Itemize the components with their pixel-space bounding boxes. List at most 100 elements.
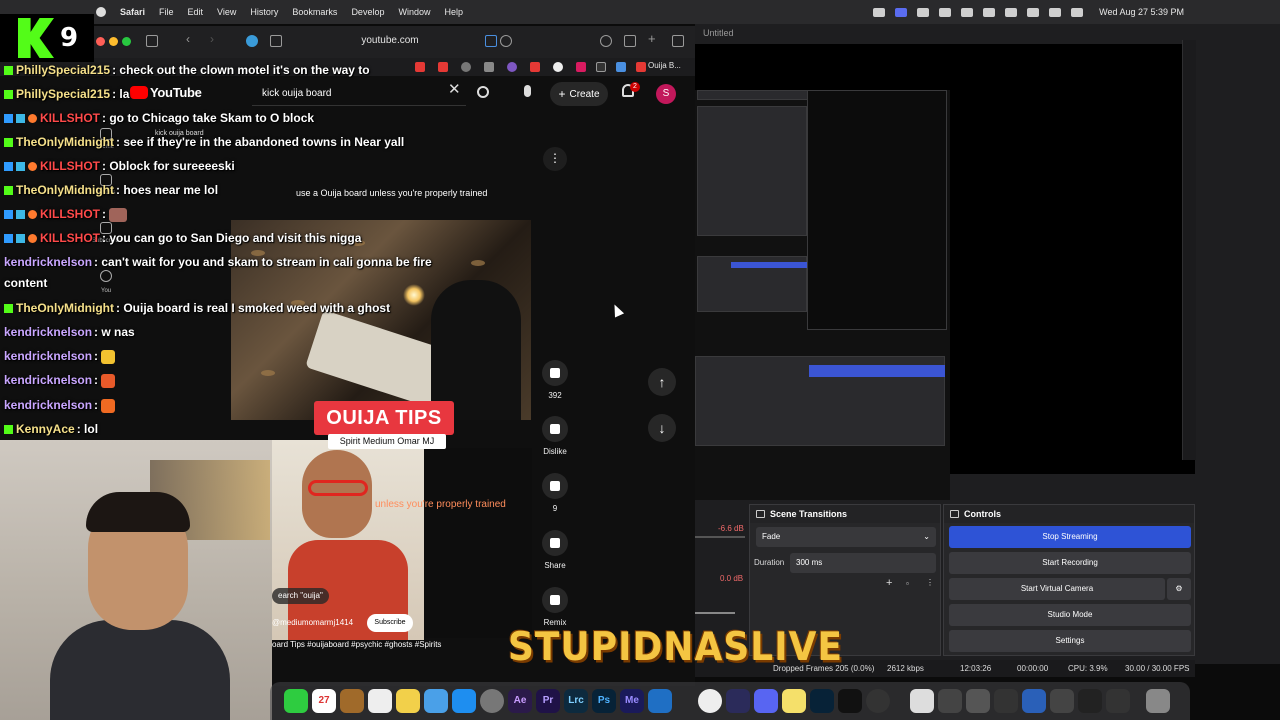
window-thumbnail-icon-6[interactable] (1050, 689, 1074, 713)
lightroom-icon[interactable]: Lrc (564, 689, 588, 713)
dropbox-icon[interactable] (917, 7, 930, 17)
reload-icon[interactable] (500, 35, 512, 47)
menu-app-name[interactable]: Safari (120, 7, 145, 17)
window-thumbnail-icon-7[interactable] (1078, 689, 1102, 713)
wifi-icon[interactable] (1027, 7, 1040, 17)
dislike-action[interactable]: Dislike (540, 416, 570, 456)
channel-handle[interactable]: @mediumomarmj1414 (272, 618, 353, 627)
trash-icon[interactable]: ▫ (906, 579, 909, 588)
discord-icon[interactable] (754, 689, 778, 713)
favorite-site-icon-3[interactable] (507, 62, 517, 72)
window-thumbnail-icon[interactable] (910, 689, 934, 713)
favorite-youtube-icon-4[interactable] (636, 62, 646, 72)
menu-clock[interactable]: Wed Aug 27 5:39 PM (1099, 7, 1184, 17)
add-transition-icon[interactable]: + (886, 577, 892, 589)
media-encoder-icon[interactable]: Me (620, 689, 644, 713)
address-bar[interactable]: youtube.com (300, 35, 480, 49)
more-options-button[interactable]: ⋮ (543, 147, 567, 171)
search-icon[interactable] (477, 86, 489, 98)
search-ouija-pill[interactable]: earch "ouija" (272, 588, 329, 604)
menu-history[interactable]: History (250, 7, 278, 17)
favorite-site-icon-5[interactable] (616, 62, 626, 72)
remix-action[interactable]: Remix (540, 587, 570, 627)
share-action[interactable]: Share (540, 530, 570, 570)
create-button[interactable]: + Create (550, 82, 608, 106)
calendar-icon[interactable]: 27 (312, 689, 336, 713)
menu-edit[interactable]: Edit (188, 7, 204, 17)
tab-overview-icon[interactable] (672, 35, 684, 47)
screenshot-icon[interactable] (939, 7, 952, 17)
favorite-site-icon-2[interactable] (484, 62, 494, 72)
screen-share-icon[interactable] (895, 7, 908, 17)
obs-preview[interactable] (695, 44, 1195, 500)
premiere-icon[interactable]: Pr (536, 689, 560, 713)
favorite-instagram-icon[interactable] (576, 62, 586, 72)
remix-icon[interactable] (542, 587, 568, 613)
keyboard-icon[interactable] (961, 7, 974, 17)
kebab-menu-icon[interactable]: ⋮ (926, 578, 934, 587)
freeform-icon[interactable] (424, 689, 448, 713)
menu-bookmarks[interactable]: Bookmarks (292, 7, 337, 17)
window-thumbnail-icon-2[interactable] (938, 689, 962, 713)
back-icon[interactable]: ‹ (186, 32, 198, 46)
reminders-icon[interactable] (368, 689, 392, 713)
terminal-icon[interactable] (838, 689, 862, 713)
obs-icon[interactable] (866, 689, 890, 713)
preview-icon[interactable] (726, 689, 750, 713)
subscribe-button[interactable]: Subscribe (367, 614, 413, 632)
window-thumbnail-icon-8[interactable] (1106, 689, 1130, 713)
microphone-icon[interactable] (524, 85, 531, 97)
favorite-x-icon[interactable] (596, 62, 606, 72)
start-recording-button[interactable]: Start Recording (949, 552, 1191, 574)
messages-icon[interactable] (284, 689, 308, 713)
downloads-icon[interactable] (600, 35, 612, 47)
spotlight-icon[interactable] (1049, 7, 1062, 17)
favorite-site-icon-4[interactable] (553, 62, 563, 72)
thumbs-down-icon[interactable] (542, 416, 568, 442)
folder-icon[interactable] (340, 689, 364, 713)
window-thumbnail-icon-3[interactable] (966, 689, 990, 713)
obs-scrollbar[interactable] (1182, 40, 1196, 460)
menu-file[interactable]: File (159, 7, 174, 17)
stickies-icon[interactable] (782, 689, 806, 713)
settings-button[interactable]: Settings (949, 630, 1191, 652)
window-thumbnail-icon-5[interactable] (1022, 689, 1046, 713)
comment-icon[interactable] (542, 473, 568, 499)
photoshop-icon-2[interactable] (810, 689, 834, 713)
menu-help[interactable]: Help (444, 7, 463, 17)
chrome-icon[interactable] (698, 689, 722, 713)
after-effects-icon[interactable]: Ae (508, 689, 532, 713)
notes-icon[interactable] (396, 689, 420, 713)
control-center-icon[interactable] (1071, 7, 1084, 17)
transition-select[interactable]: Fade ⌄ (756, 527, 936, 547)
menu-develop[interactable]: Develop (351, 7, 384, 17)
next-short-button[interactable]: ↓ (648, 414, 676, 442)
zoom-window-button[interactable] (122, 37, 131, 46)
duration-input[interactable]: 300 ms (790, 553, 936, 573)
obs-status-icon[interactable] (873, 7, 886, 17)
menu-window[interactable]: Window (398, 7, 430, 17)
share-icon[interactable] (624, 35, 636, 47)
vscode-icon[interactable] (648, 689, 672, 713)
like-action[interactable]: 392 (540, 360, 570, 400)
forward-icon[interactable]: › (210, 32, 222, 46)
system-settings-icon[interactable] (480, 689, 504, 713)
extension-icon[interactable] (246, 35, 258, 47)
favorite-tab-label[interactable]: Ouija B... (648, 61, 681, 70)
favorite-youtube-icon-3[interactable] (530, 62, 540, 72)
page-menu-icon[interactable] (270, 35, 282, 47)
virtual-camera-settings-button[interactable]: ⚙ (1167, 578, 1191, 600)
new-tab-icon[interactable]: + (648, 31, 660, 46)
thumbs-up-icon[interactable] (542, 360, 568, 386)
previous-short-button[interactable]: ↑ (648, 368, 676, 396)
studio-mode-button[interactable]: Studio Mode (949, 604, 1191, 626)
minimize-window-button[interactable] (109, 37, 118, 46)
short-hashtags[interactable]: oard Tips #ouijaboard #psychic #ghosts #… (272, 640, 441, 649)
comments-action[interactable]: 9 (540, 473, 570, 513)
sidebar-toggle-icon[interactable] (146, 35, 158, 47)
stop-streaming-button[interactable]: Stop Streaming (949, 526, 1191, 548)
account-avatar[interactable]: S (656, 84, 676, 104)
volume-slider[interactable] (695, 612, 735, 614)
play-icon[interactable] (983, 7, 996, 17)
start-virtual-camera-button[interactable]: Start Virtual Camera (949, 578, 1165, 600)
